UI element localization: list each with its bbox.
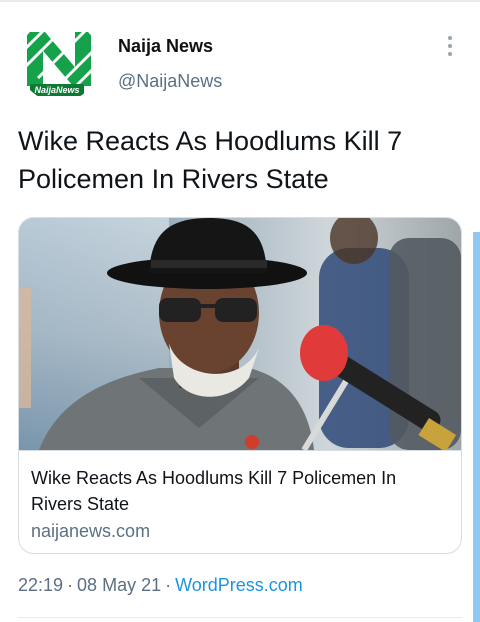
tweet-source-link[interactable]: WordPress.com [175, 575, 303, 595]
avatar[interactable]: NaijaNews [18, 20, 100, 102]
card-domain: naijanews.com [31, 521, 151, 541]
author-name[interactable]: Naija News [118, 36, 213, 57]
meta-separator: · [165, 575, 172, 595]
tweet-meta: 22:19 · 08 May 21 · WordPress.com [18, 575, 303, 596]
card-image[interactable] [19, 218, 461, 450]
naijanews-logo: NaijaNews [18, 20, 100, 102]
card-body[interactable]: Wike Reacts As Hoodlums Kill 7 Policemen… [19, 450, 461, 553]
card-photo [19, 218, 461, 450]
tweet-date[interactable]: 08 May 21 [77, 575, 161, 595]
tweet-time[interactable]: 22:19 [18, 575, 63, 595]
bottom-divider [18, 617, 462, 618]
card-title[interactable]: Wike Reacts As Hoodlums Kill 7 Policemen… [31, 465, 449, 517]
tweet-header: NaijaNews Naija News @NaijaNews [18, 20, 462, 104]
meta-separator: · [67, 575, 74, 595]
author-handle[interactable]: @NaijaNews [118, 71, 222, 92]
scrollbar[interactable] [473, 232, 480, 622]
more-vertical-icon[interactable] [444, 36, 456, 58]
link-card[interactable]: Wike Reacts As Hoodlums Kill 7 Policemen… [18, 217, 462, 554]
svg-text:NaijaNews: NaijaNews [34, 85, 79, 95]
tweet-text: Wike Reacts As Hoodlums Kill 7 Policemen… [18, 126, 403, 194]
top-divider [0, 0, 480, 2]
